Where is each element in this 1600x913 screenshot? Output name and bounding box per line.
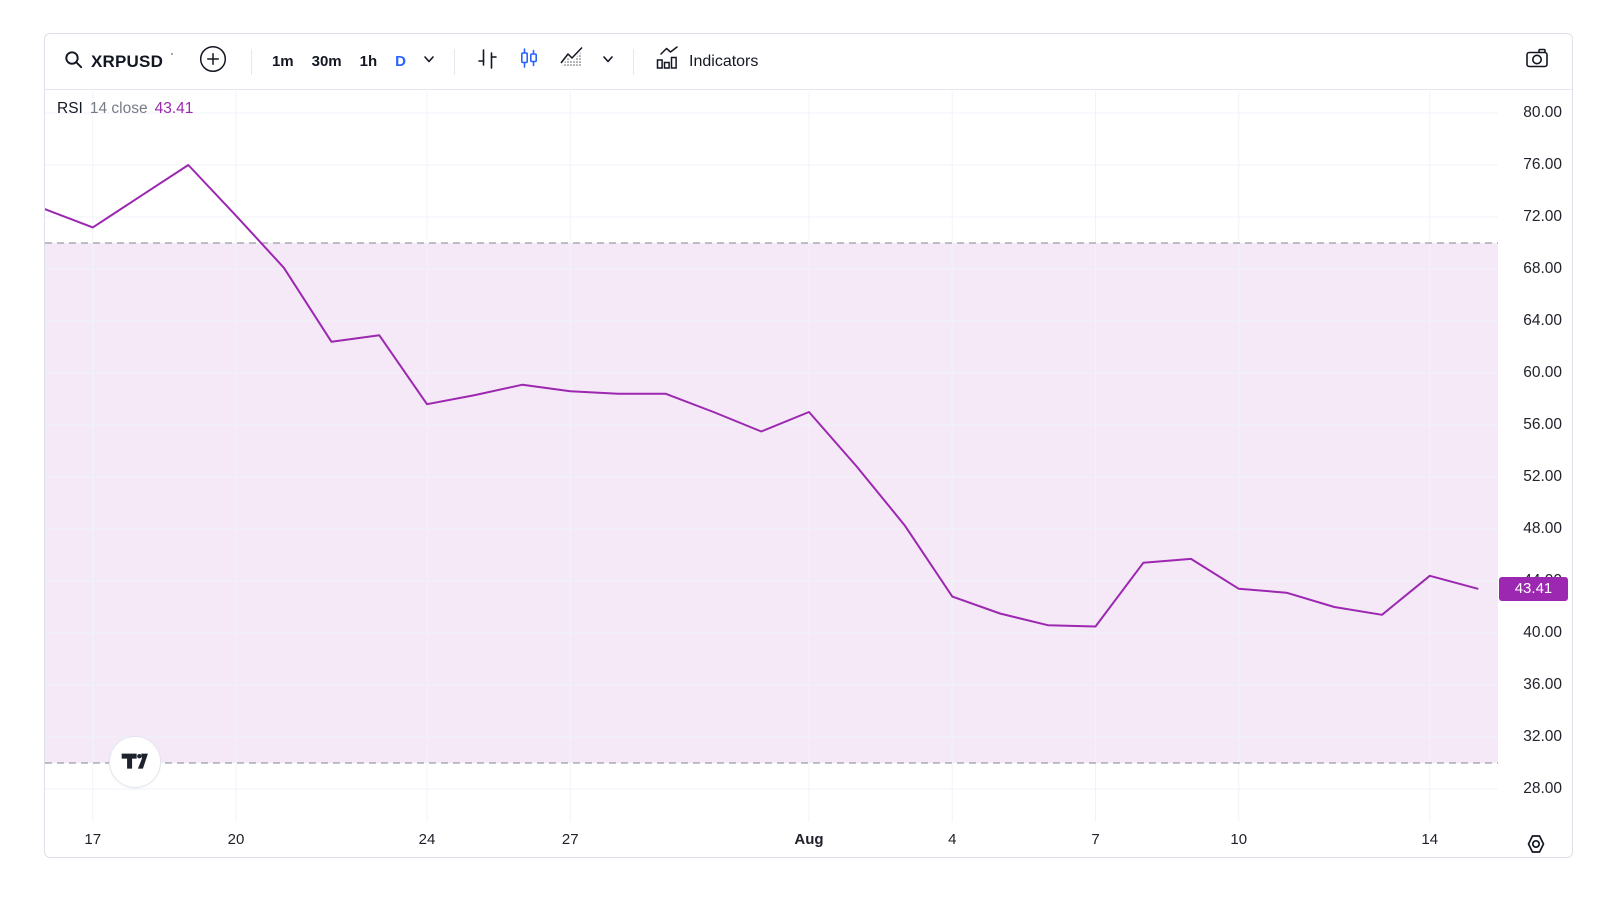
- price-axis-label: 76.00: [1523, 156, 1562, 173]
- last-price-badge: 43.41: [1499, 576, 1568, 601]
- symbol-search-button[interactable]: XRPUSD ˈ: [61, 43, 181, 81]
- chevron-down-icon: [599, 50, 617, 73]
- interval-dropdown-button[interactable]: [416, 44, 442, 79]
- compare-add-button[interactable]: [191, 38, 235, 85]
- symbol-label: XRPUSD: [91, 51, 164, 71]
- snapshot-camera-button[interactable]: [1516, 40, 1558, 83]
- interval-30m-button[interactable]: 30m: [304, 47, 350, 76]
- price-axis-label: 48.00: [1523, 520, 1562, 537]
- time-axis-label: 7: [1091, 831, 1100, 848]
- time-axis-label: 24: [418, 831, 436, 848]
- price-axis-label: 60.00: [1523, 364, 1562, 381]
- indicators-button[interactable]: Indicators: [646, 40, 765, 83]
- time-axis-label: 27: [561, 831, 579, 848]
- price-axis-label: 68.00: [1523, 260, 1562, 277]
- indicator-params: 14 close: [89, 100, 148, 117]
- rsi-plot: [45, 91, 1498, 822]
- tradingview-logo-glyph: [121, 753, 148, 769]
- toolbar-separator: [250, 48, 252, 75]
- settings-gear-icon: [1527, 835, 1545, 853]
- chevron-down-icon: [420, 50, 438, 73]
- search-icon: [63, 49, 84, 75]
- interval-1d-button[interactable]: D: [387, 47, 414, 76]
- price-axis-label: 56.00: [1523, 416, 1562, 433]
- candles-style-icon: [516, 46, 542, 77]
- toolbar-separator: [454, 48, 456, 75]
- toolbar-separator: [633, 48, 635, 75]
- price-axis-label: 28.00: [1523, 780, 1562, 797]
- interval-1h-button[interactable]: 1h: [352, 47, 386, 76]
- indicator-legend[interactable]: RSI 14 close 43.41: [57, 100, 193, 118]
- style-dropdown-button[interactable]: [595, 44, 621, 79]
- price-axis-label: 32.00: [1523, 728, 1562, 745]
- interval-1m-button[interactable]: 1m: [264, 47, 302, 76]
- price-axis-label: 40.00: [1523, 624, 1562, 641]
- toolbar: XRPUSD ˈ 1m 30m 1h D Indicators: [45, 34, 1572, 90]
- time-axis-label: Aug: [794, 831, 824, 848]
- area-style-icon: [558, 46, 586, 77]
- chart-style-candles-button[interactable]: [509, 40, 549, 83]
- pane-settings-button[interactable]: [1523, 831, 1549, 857]
- symbol-modified-mark: ˈ: [170, 51, 174, 64]
- time-axis-label: 4: [948, 831, 957, 848]
- price-axis-label: 64.00: [1523, 312, 1562, 329]
- chart-pane[interactable]: RSI 14 close 43.41 80.00 76.00 72.00 68.00 6…: [45, 91, 1572, 858]
- price-axis-label: 52.00: [1523, 468, 1562, 485]
- indicators-label: Indicators: [689, 52, 759, 70]
- time-axis-label: 14: [1421, 831, 1439, 848]
- time-axis-label: 10: [1230, 831, 1248, 848]
- tradingview-logo[interactable]: [109, 736, 161, 788]
- price-axis-label: 36.00: [1523, 676, 1562, 693]
- indicator-value: 43.41: [154, 100, 194, 117]
- bars-style-icon: [474, 46, 500, 77]
- chart-style-area-button[interactable]: [551, 40, 593, 83]
- time-axis-label: 17: [84, 831, 102, 848]
- indicator-name: RSI: [57, 100, 83, 117]
- time-axis-label: 20: [227, 831, 245, 848]
- camera-icon: [1523, 46, 1551, 77]
- price-axis-label: 80.00: [1523, 104, 1562, 121]
- indicators-icon: [653, 46, 680, 77]
- plus-circle-icon: [198, 44, 228, 79]
- chart-style-bars-button[interactable]: [467, 40, 507, 83]
- price-axis-label: 72.00: [1523, 208, 1562, 225]
- chart-widget: XRPUSD ˈ 1m 30m 1h D Indicators RSI 14 c…: [44, 33, 1573, 858]
